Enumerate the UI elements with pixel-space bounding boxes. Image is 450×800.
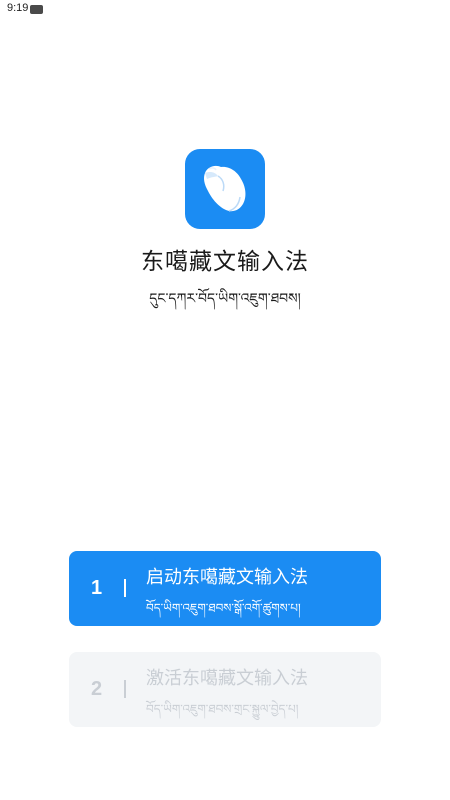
step-number: 1 <box>91 577 103 599</box>
step-divider <box>124 579 126 597</box>
step-divider <box>124 680 126 698</box>
step-number: 2 <box>91 678 103 700</box>
step-subtitle-tibetan: བོད་ཡིག་འཇུག་ཐབས་གྲང་སྐྱུལ་བྱེད་པ། <box>146 702 299 716</box>
setup-screen: 9:19 东噶藏文输入法 དུང་དཀར་བོད་ཡིག་འཇུག་ཐབས། 1… <box>0 0 450 800</box>
step-title: 激活东噶藏文输入法 <box>146 668 308 689</box>
step-subtitle-tibetan: བོད་ཡིག་འཇུག་ཐབས་སྒོ་འགོ་ཚུགས་པ། <box>146 601 301 615</box>
app-title: 东噶藏文输入法 <box>141 249 309 275</box>
status-time: 9:19 <box>7 2 29 14</box>
app-subtitle-tibetan: དུང་དཀར་བོད་ཡིག་འཇུག་ཐབས། <box>149 291 301 307</box>
start-input-method-button[interactable]: 1 启动东噶藏文输入法 བོད་ཡིག་འཇུག་ཐབས་སྒོ་འགོ་ཚུག… <box>69 551 381 626</box>
activate-input-method-button[interactable]: 2 激活东噶藏文输入法 བོད་ཡིག་འཇུག་ཐབས་གྲང་སྐྱུལ་བ… <box>69 652 381 727</box>
step-title: 启动东噶藏文输入法 <box>146 567 308 588</box>
notification-icon <box>30 5 43 14</box>
status-bar: 9:19 <box>0 0 450 20</box>
conch-shell-icon <box>185 149 265 229</box>
